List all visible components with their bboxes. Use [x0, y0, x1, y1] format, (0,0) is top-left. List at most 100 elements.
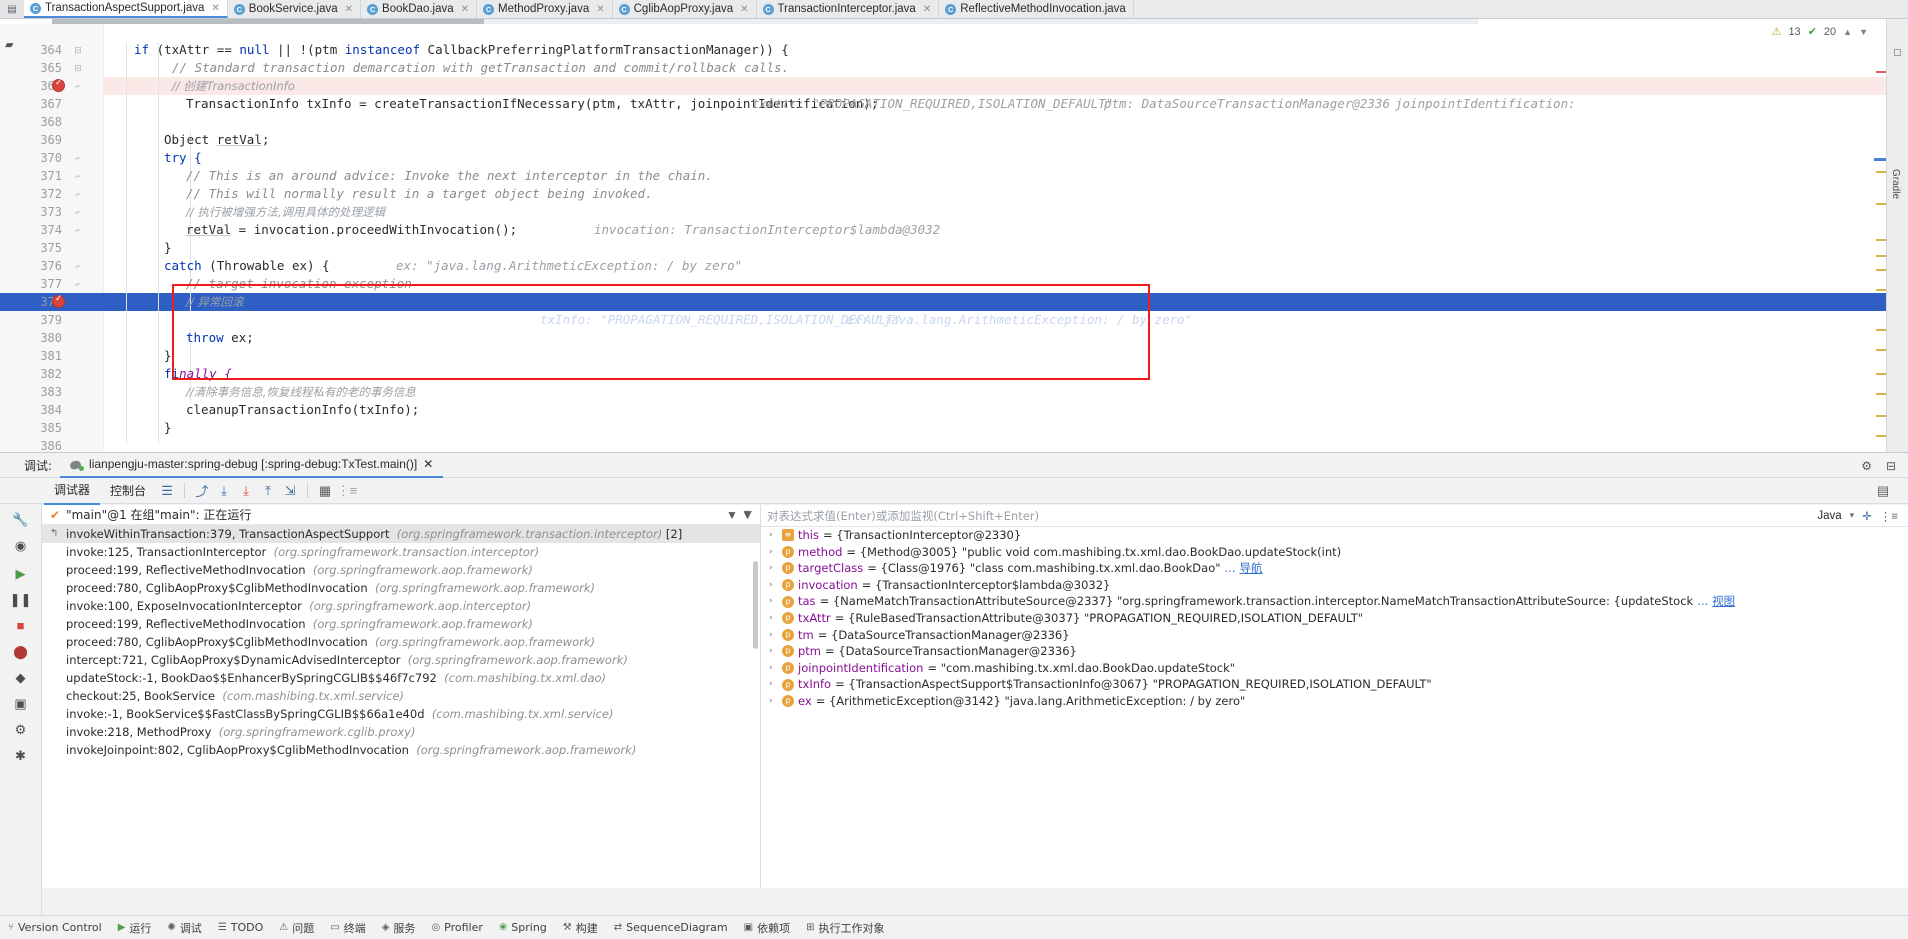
settings-list-icon[interactable]: ⋮≡	[336, 481, 358, 501]
editor-horizontal-scrollbar-thumb[interactable]	[52, 19, 484, 24]
force-step-into-icon[interactable]: ⤓	[235, 481, 257, 501]
help-icon[interactable]: ✱	[11, 746, 30, 765]
eye-icon[interactable]: ◉	[11, 536, 30, 555]
statusbar-terminal[interactable]: ▭ 终端	[330, 920, 365, 936]
tab-debugger[interactable]: 调试器	[44, 477, 101, 505]
add-watch-icon[interactable]: ✛	[1862, 509, 1872, 523]
fold-marker[interactable]: ⌐	[72, 77, 84, 95]
expand-icon[interactable]: ›	[769, 544, 778, 561]
statusbar-sequence-diagram[interactable]: ⇄ SequenceDiagram	[614, 921, 728, 934]
stack-frame[interactable]: invoke:125, TransactionInterceptor (org.…	[42, 543, 760, 561]
close-icon[interactable]: ✕	[461, 4, 469, 15]
thread-status-row[interactable]: ✔ "main"@1 在组"main": 正在运行 ▼	[42, 505, 760, 525]
debug-toolbar[interactable]: 调试器 控制台 ☰ ⤴ ⤓ ⤓ ⤒ ⇲ ▦ ⋮≡ ▤	[0, 477, 1908, 505]
stack-frame[interactable]: ↰ invokeWithinTransaction:379, Transacti…	[42, 525, 760, 543]
statusbar-spring[interactable]: ❀ Spring	[499, 921, 547, 934]
fold-marker[interactable]: ⌐	[72, 167, 84, 185]
variable-row[interactable]: › p joinpointIdentification = "com.mashi…	[761, 660, 1908, 677]
camera-icon[interactable]: ▣	[11, 694, 30, 713]
pause-icon[interactable]: ❚❚	[10, 590, 32, 609]
expand-icon[interactable]: ›	[769, 643, 778, 660]
stack-frame[interactable]: proceed:199, ReflectiveMethodInvocation …	[42, 561, 760, 579]
statusbar-debug[interactable]: ✺ 调试	[167, 920, 201, 936]
variable-row[interactable]: › p ex = {ArithmeticException@3142} "jav…	[761, 693, 1908, 710]
evaluate-input[interactable]: 对表达式求值(Enter)或添加监视(Ctrl+Shift+Enter)	[761, 508, 1817, 524]
editor-tab-3[interactable]: C MethodProxy.java ✕	[477, 0, 613, 18]
stack-frame[interactable]: proceed:780, CglibAopProxy$CglibMethodIn…	[42, 579, 760, 597]
fold-marker[interactable]: ⌐	[72, 257, 84, 275]
resume-icon[interactable]: ▶	[11, 564, 30, 583]
statusbar-analyze[interactable]: ⊞ 执行工作对象	[806, 920, 884, 936]
gear-icon[interactable]: ⚙	[1861, 459, 1872, 473]
expand-icon[interactable]: ›	[769, 627, 778, 644]
tab-list-icon[interactable]: ▤	[0, 0, 24, 18]
close-icon[interactable]: ✕	[345, 4, 353, 15]
stack-frame[interactable]: updateStock:-1, BookDao$$EnhancerBySprin…	[42, 669, 760, 687]
frames-scrollbar-thumb[interactable]	[753, 561, 758, 649]
stack-frame[interactable]: intercept:721, CglibAopProxy$DynamicAdvi…	[42, 651, 760, 669]
variable-row[interactable]: › p tm = {DataSourceTransactionManager@2…	[761, 627, 1908, 644]
language-selector[interactable]: Java	[1817, 510, 1841, 522]
close-icon[interactable]: ✕	[423, 457, 433, 471]
editor-tab-2[interactable]: C BookDao.java ✕	[361, 0, 478, 18]
frames-filter-icon[interactable]: ▼	[726, 508, 738, 522]
editor-tab-4[interactable]: C CglibAopProxy.java ✕	[612, 0, 757, 18]
close-icon[interactable]: ✕	[211, 3, 219, 14]
stack-frame[interactable]: invoke:-1, BookService$$FastClassBySprin…	[42, 705, 760, 723]
statusbar-todo[interactable]: ☰ TODO	[218, 921, 263, 934]
frames-settings-icon[interactable]: ▾	[744, 508, 750, 521]
view-link[interactable]: 视图	[1712, 593, 1735, 610]
expand-icon[interactable]: ›	[769, 527, 778, 544]
editor-tab-0[interactable]: C TransactionAspectSupport.java ✕	[24, 0, 228, 18]
fold-marker[interactable]: ⌐	[72, 203, 84, 221]
debug-session-tab[interactable]: lianpengju-master:spring-debug [:spring-…	[60, 453, 444, 478]
right-tool-strip[interactable]: Gradle	[1886, 19, 1908, 452]
chevron-up-icon[interactable]: ▲	[1843, 27, 1852, 37]
variable-row[interactable]: › p txInfo = {TransactionAspectSupport$T…	[761, 676, 1908, 693]
layout-icon[interactable]: ☰	[156, 481, 178, 501]
fold-marker[interactable]: ⌐	[72, 221, 84, 239]
expand-icon[interactable]: ›	[769, 610, 778, 627]
stop-icon[interactable]: ■	[11, 616, 30, 635]
watch-settings-icon[interactable]: ⋮≡	[1880, 509, 1898, 523]
variable-row[interactable]: › p txAttr = {RuleBasedTransactionAttrib…	[761, 610, 1908, 627]
variable-row[interactable]: › p ptm = {DataSourceTransactionManager@…	[761, 643, 1908, 660]
statusbar-version-control[interactable]: ⑂ Version Control	[8, 921, 102, 934]
evaluate-expression-bar[interactable]: 对表达式求值(Enter)或添加监视(Ctrl+Shift+Enter) Jav…	[761, 505, 1908, 527]
expand-icon[interactable]: ›	[769, 693, 778, 710]
bookmark-icon[interactable]: ▰	[5, 38, 15, 51]
view-breakpoints-icon[interactable]: ◆	[11, 668, 30, 687]
expand-icon[interactable]: ›	[769, 577, 778, 594]
variables-panel[interactable]: › ≡ this = {TransactionInterceptor@2330}…	[761, 527, 1908, 888]
split-view-icon[interactable]: ▤	[1872, 481, 1894, 501]
stack-frame[interactable]: checkout:25, BookService (com.mashibing.…	[42, 687, 760, 705]
step-into-icon[interactable]: ⤓	[213, 481, 235, 501]
step-out-icon[interactable]: ⤒	[257, 481, 279, 501]
chevron-down-icon[interactable]: ▼	[1859, 27, 1868, 37]
breakpoint-icon[interactable]	[52, 294, 65, 308]
gradle-label[interactable]: Gradle	[1890, 169, 1901, 199]
expand-icon[interactable]: ›	[769, 676, 778, 693]
inspection-widget[interactable]: ⚠ 13 ✔ 20 ▲ ▼	[1772, 25, 1868, 39]
variable-row[interactable]: › p invocation = {TransactionInterceptor…	[761, 577, 1908, 594]
stack-frame[interactable]: proceed:199, ReflectiveMethodInvocation …	[42, 615, 760, 633]
fold-marker[interactable]: ⌐	[72, 185, 84, 203]
status-bar[interactable]: ⑂ Version Control ▶ 运行 ✺ 调试 ☰ TODO ⚠ 问题 …	[0, 915, 1908, 939]
statusbar-dependencies[interactable]: ▣ 依赖项	[744, 920, 790, 936]
fold-marker[interactable]: ⌐	[72, 149, 84, 167]
truncate-ellipsis[interactable]: ...	[1225, 560, 1236, 577]
settings-icon[interactable]: ⚙	[11, 720, 30, 739]
stack-frame[interactable]: invoke:218, MethodProxy (org.springframe…	[42, 723, 760, 741]
breakpoint-icon[interactable]	[52, 78, 65, 92]
variable-row[interactable]: › p tas = {NameMatchTransactionAttribute…	[761, 593, 1908, 610]
wrench-icon[interactable]: 🔧	[11, 510, 30, 529]
stack-frame[interactable]: invoke:100, ExposeInvocationInterceptor …	[42, 597, 760, 615]
debug-left-rail[interactable]: ⟳ 🔧 ◉ ▶ ❚❚ ■ ⬤ ◆ ▣ ⚙ ✱	[0, 478, 42, 916]
tab-console[interactable]: 控制台	[100, 478, 156, 504]
code-editor[interactable]: ▰ ⚠ 13 ✔ 20 ▲ ▼ 364 365 367 368 369 370 …	[0, 19, 1908, 452]
close-icon[interactable]: ✕	[596, 4, 604, 15]
variable-row[interactable]: › ≡ this = {TransactionInterceptor@2330}	[761, 527, 1908, 544]
editor-tab-6[interactable]: C ReflectiveMethodInvocation.java	[939, 0, 1134, 18]
navigate-link[interactable]: 导航	[1240, 560, 1263, 577]
call-stack-frames[interactable]: ↰ invokeWithinTransaction:379, Transacti…	[42, 525, 760, 888]
